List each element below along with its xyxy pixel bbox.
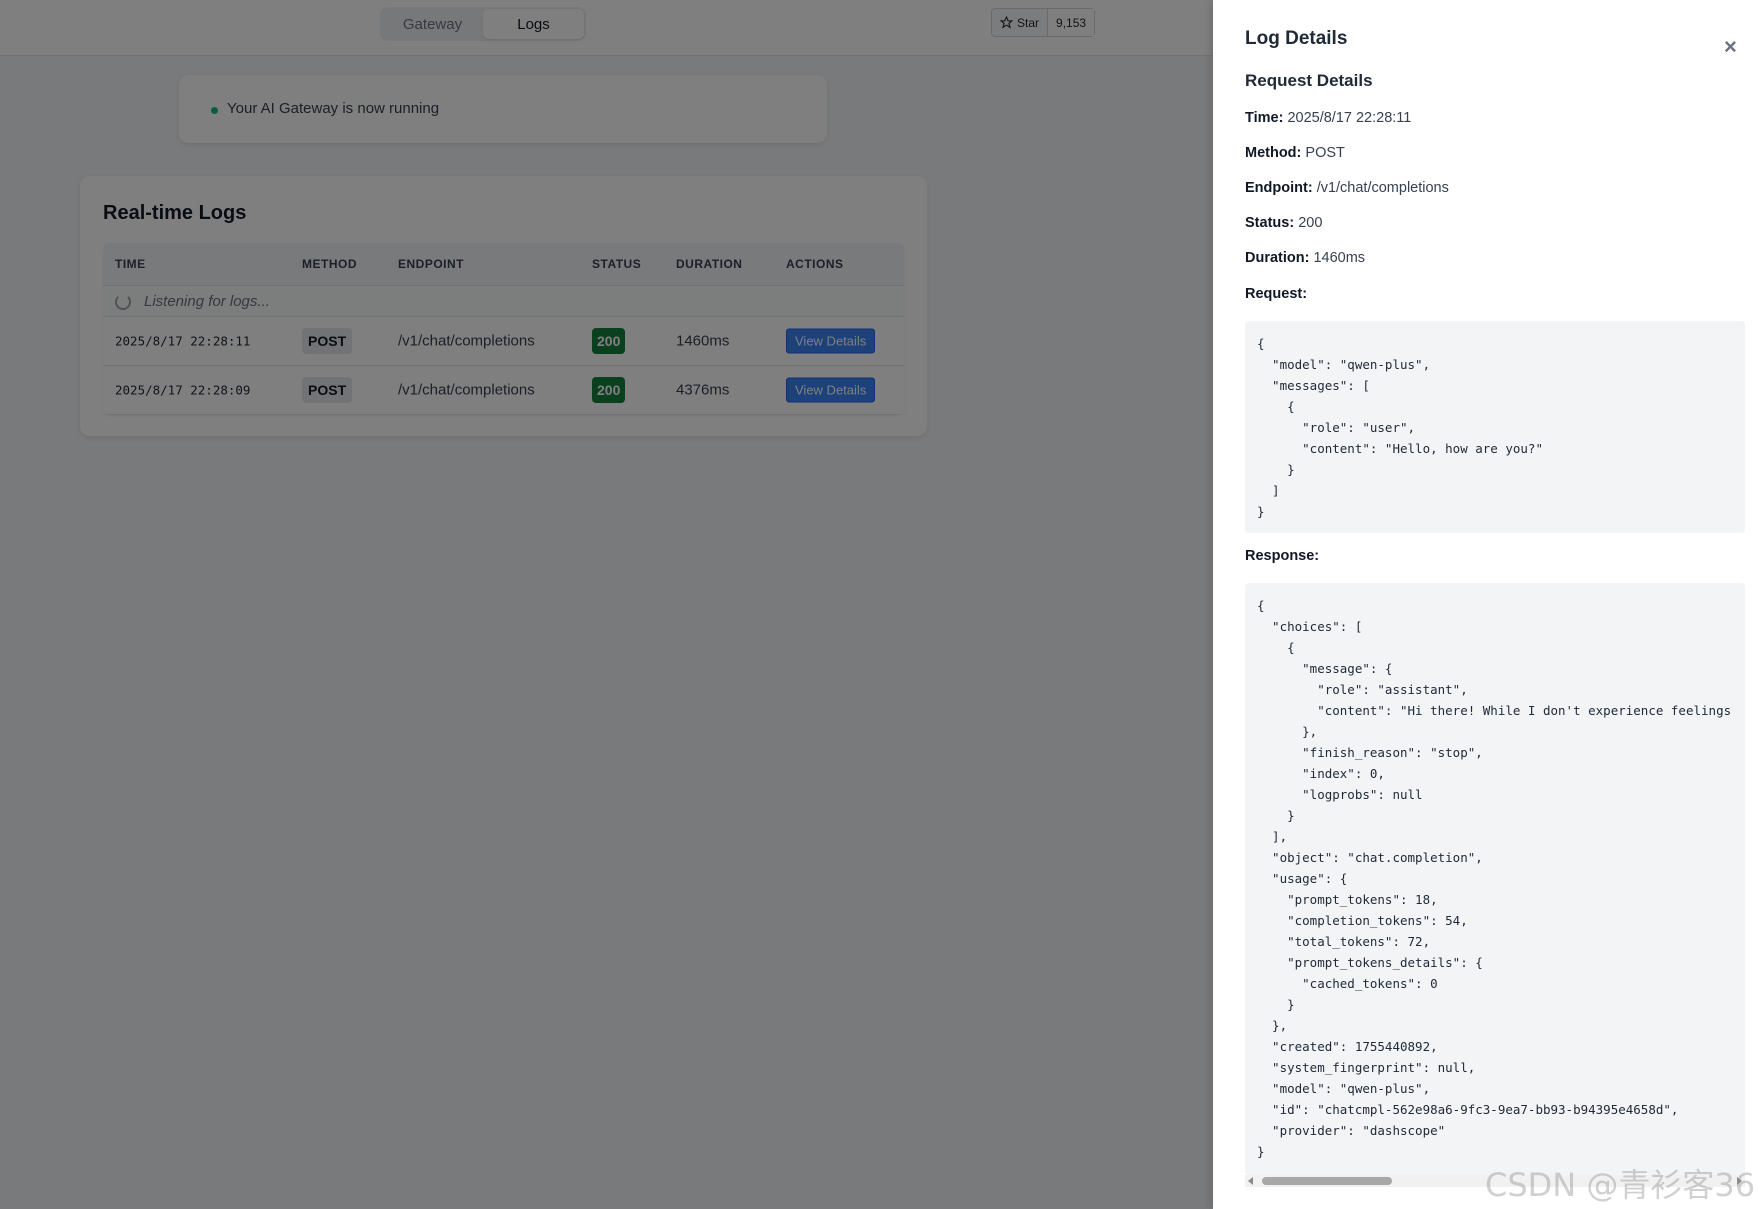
response-body[interactable]: { "choices": [ { "message": { "role": "a… <box>1245 583 1745 1175</box>
request-details-heading: Request Details <box>1245 71 1373 90</box>
close-icon[interactable]: × <box>1724 36 1737 58</box>
panel-title: Log Details <box>1245 28 1348 49</box>
time-value: 2025/8/17 22:28:11 <box>1287 110 1412 126</box>
log-details-panel: Log Details × Request Details Time: 2025… <box>1213 0 1761 1209</box>
duration-label: Duration: <box>1245 250 1310 266</box>
response-heading: Response: <box>1245 548 1319 564</box>
method-value: POST <box>1305 145 1345 161</box>
scroll-thumb[interactable] <box>1262 1177 1392 1185</box>
scroll-left-icon[interactable] <box>1248 1177 1253 1185</box>
detail-method: Method: POST <box>1245 145 1345 161</box>
method-label: Method: <box>1245 145 1302 161</box>
detail-status: Status: 200 <box>1245 215 1322 231</box>
request-heading: Request: <box>1245 286 1307 302</box>
detail-endpoint: Endpoint: /v1/chat/completions <box>1245 180 1449 196</box>
watermark: CSDN @青衫客36 <box>1485 1166 1756 1204</box>
response-label: Response: <box>1245 548 1320 564</box>
endpoint-value: /v1/chat/completions <box>1316 180 1449 196</box>
time-label: Time: <box>1245 110 1284 126</box>
request-body: { "model": "qwen-plus", "messages": [ { … <box>1245 321 1745 533</box>
duration-value: 1460ms <box>1313 250 1366 266</box>
request-label: Request: <box>1245 286 1308 302</box>
status-value: 200 <box>1298 215 1323 231</box>
status-label: Status: <box>1245 215 1295 231</box>
endpoint-label: Endpoint: <box>1245 180 1313 196</box>
detail-duration: Duration: 1460ms <box>1245 250 1365 266</box>
detail-time: Time: 2025/8/17 22:28:11 <box>1245 110 1411 126</box>
